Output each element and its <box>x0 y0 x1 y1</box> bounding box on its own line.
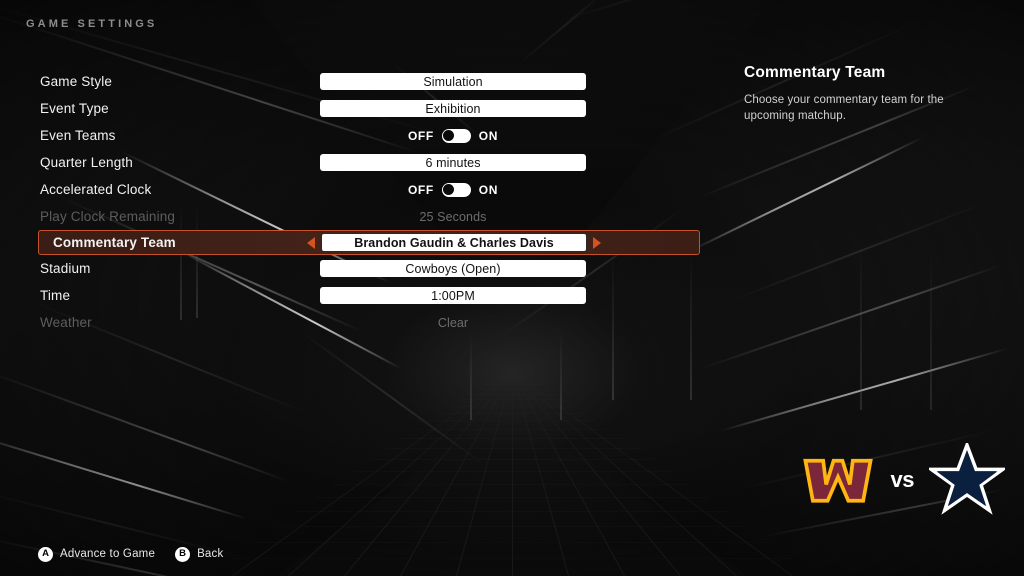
setting-row[interactable]: Game Style Simulation <box>0 68 720 95</box>
cowboys-star-logo <box>928 441 1006 519</box>
setting-toggle[interactable]: OFF ON <box>320 182 586 197</box>
toggle-on-label: ON <box>478 182 498 197</box>
setting-row[interactable]: Accelerated Clock OFF ON <box>0 176 720 203</box>
toggle-switch[interactable] <box>441 182 471 197</box>
setting-value-box[interactable]: Brandon Gaudin & Charles Davis <box>321 233 587 252</box>
setting-control[interactable]: OFF ON <box>320 128 586 143</box>
setting-control[interactable]: 1:00PM <box>320 287 586 304</box>
toggle-knob <box>443 184 455 195</box>
setting-toggle[interactable]: OFF ON <box>320 128 586 143</box>
button-b-icon: B <box>175 546 191 562</box>
setting-value-box[interactable]: Exhibition <box>320 100 586 117</box>
previous-value-arrow-icon[interactable] <box>307 236 315 249</box>
action-label: Advance to Game <box>60 548 156 560</box>
setting-control[interactable]: Cowboys (Open) <box>320 260 586 277</box>
button-a-icon: A <box>38 546 53 562</box>
setting-control[interactable]: 6 minutes <box>320 154 586 171</box>
setting-label: Play Clock Remaining <box>40 209 176 224</box>
setting-label: Weather <box>40 315 92 330</box>
vs-label: vs <box>890 467 915 492</box>
action-label: Back <box>197 548 224 560</box>
setting-control[interactable]: Brandon Gaudin & Charles Davis <box>307 233 601 252</box>
setting-value-box[interactable]: 6 minutes <box>320 154 586 171</box>
commanders-w-logo <box>799 441 877 519</box>
action-a[interactable]: A Advance to Game <box>38 546 156 562</box>
matchup-display: vs <box>746 434 1006 526</box>
setting-row: Weather Clear <box>0 309 720 336</box>
setting-control[interactable]: Simulation <box>320 73 586 90</box>
info-panel-title: Commentary Team <box>744 64 886 81</box>
setting-label: Event Type <box>40 101 109 116</box>
setting-row[interactable]: Event Type Exhibition <box>0 95 720 122</box>
setting-control[interactable]: Exhibition <box>320 100 586 117</box>
setting-row[interactable]: Quarter Length 6 minutes <box>0 149 720 176</box>
setting-label: Time <box>40 288 71 303</box>
setting-label: Quarter Length <box>40 155 133 170</box>
setting-value-readonly: Clear <box>437 315 469 330</box>
setting-label: Even Teams <box>40 128 116 143</box>
toggle-switch[interactable] <box>441 128 471 143</box>
setting-row[interactable]: Even Teams OFF ON <box>0 122 720 149</box>
toggle-off-label: OFF <box>408 182 434 197</box>
next-value-arrow-icon[interactable] <box>593 236 601 249</box>
page-title: GAME SETTINGS <box>26 18 158 30</box>
setting-label: Commentary Team <box>53 235 176 250</box>
setting-row: Play Clock Remaining 25 Seconds <box>0 203 720 230</box>
setting-value-box[interactable]: 1:00PM <box>320 287 586 304</box>
settings-list: Game Style Simulation Event Type Exhibition… <box>0 68 720 336</box>
action-b[interactable]: B Back <box>175 546 224 562</box>
info-panel-description: Choose your commentary team for the upco… <box>744 94 944 122</box>
setting-row[interactable]: Commentary Team Brandon Gaudin & Charles … <box>38 230 700 255</box>
setting-label: Stadium <box>40 261 91 276</box>
setting-label: Game Style <box>40 74 113 89</box>
toggle-off-label: OFF <box>408 128 434 143</box>
setting-control: Clear <box>320 316 586 330</box>
setting-row[interactable]: Time 1:00PM <box>0 282 720 309</box>
setting-control[interactable]: OFF ON <box>320 182 586 197</box>
setting-control: 25 Seconds <box>320 210 586 224</box>
action-bar: A Advance to Game B Back <box>38 542 223 566</box>
setting-value-readonly: 25 Seconds <box>419 209 487 224</box>
setting-label: Accelerated Clock <box>40 182 152 197</box>
setting-row[interactable]: Stadium Cowboys (Open) <box>0 255 720 282</box>
setting-value-box[interactable]: Cowboys (Open) <box>320 260 586 277</box>
setting-value-box[interactable]: Simulation <box>320 73 586 90</box>
toggle-on-label: ON <box>478 128 498 143</box>
toggle-knob <box>443 130 455 141</box>
info-panel: Commentary Team Choose your commentary t… <box>744 64 988 124</box>
